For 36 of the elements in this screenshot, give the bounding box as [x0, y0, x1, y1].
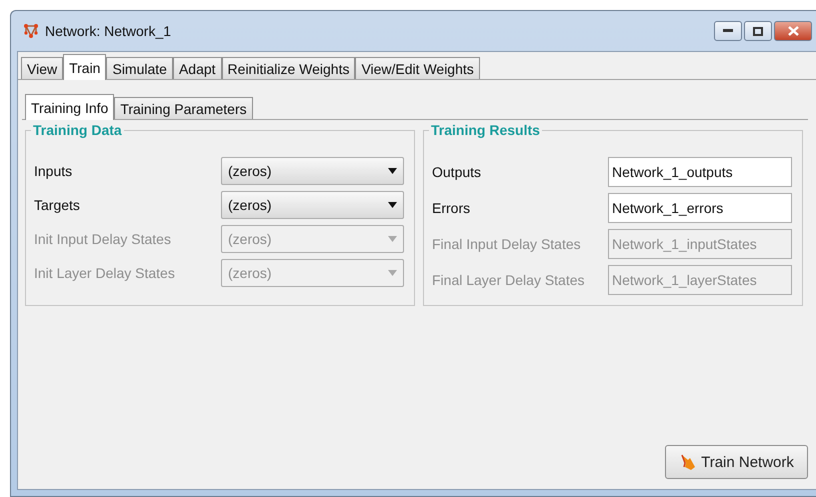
tab[interactable]: Reinitialize Weights [222, 57, 356, 79]
tab[interactable]: Simulate [106, 57, 173, 79]
field-label: Inputs [34, 163, 72, 179]
caret-icon [388, 202, 397, 208]
group-title: Training Results [429, 122, 542, 138]
close-button[interactable] [774, 21, 812, 41]
input-field[interactable]: Network_1_outputs [608, 157, 792, 187]
tab[interactable]: Adapt [172, 57, 222, 79]
tab[interactable]: View/Edit Weights [355, 57, 480, 79]
field-label: Final Layer Delay States [432, 272, 585, 288]
caret-icon [388, 236, 397, 242]
field-label: Final Input Delay States [432, 236, 581, 252]
tab[interactable]: View [21, 57, 64, 79]
network-icon [23, 23, 39, 39]
dropdown[interactable]: (zeros) [221, 191, 404, 219]
field-label: Targets [34, 197, 80, 213]
tab[interactable]: Training Info [25, 94, 114, 120]
caret-icon [388, 270, 397, 276]
input-field[interactable]: Network_1_errors [608, 193, 792, 223]
window-title: Network: Network_1 [45, 23, 172, 39]
maximize-button[interactable] [744, 21, 772, 41]
field-label: Init Input Delay States [34, 231, 171, 247]
field-label: Outputs [432, 164, 482, 180]
close-icon [788, 26, 798, 36]
maximize-icon [753, 26, 763, 36]
caret-icon [388, 168, 397, 174]
tab[interactable]: Train [63, 54, 106, 80]
field-label: Init Layer Delay States [34, 265, 175, 281]
field-label: Errors [432, 200, 470, 216]
tab[interactable]: Training Parameters [114, 97, 253, 119]
flame-icon [679, 453, 698, 471]
train-network-button[interactable]: Train Network [665, 445, 808, 479]
group-title: Training Data [31, 122, 124, 138]
minimize-button[interactable] [714, 21, 742, 41]
dropdown[interactable]: (zeros) [221, 157, 404, 185]
minimize-icon [723, 29, 733, 33]
